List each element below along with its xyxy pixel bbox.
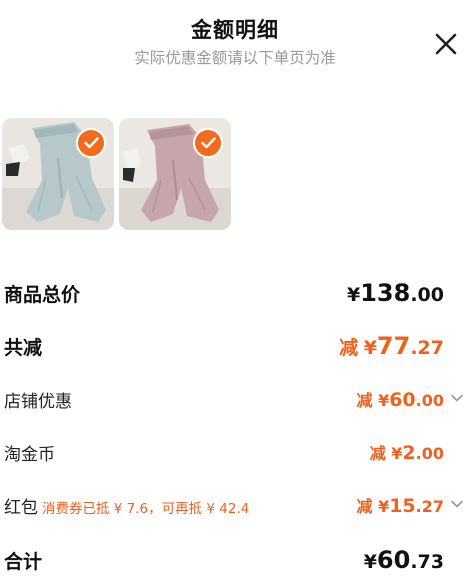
product-thumbnails [0,118,470,234]
total-price-value: ¥138.00 [346,279,444,307]
close-icon [435,33,457,55]
close-button[interactable] [432,30,460,58]
red-packet-value: 减 ¥15.27 [356,495,444,517]
red-packet-note: 消费券已抵 ¥ 7.6，可再抵 ¥ 42.4 [42,501,250,517]
page-subtitle: 实际优惠金额请以下单页为准 [134,49,336,67]
store-discount-row[interactable]: 店铺优惠 减 ¥60.00 [0,387,470,417]
total-price-row: 商品总价 ¥138.00 [0,279,470,310]
grand-total-row: 合计 ¥60.73 [0,546,470,577]
store-discount-value: 减 ¥60.00 [356,389,444,411]
grand-total-label: 合计 [4,551,43,573]
store-discount-label: 店铺优惠 [4,392,72,412]
grand-total-value: ¥60.73 [363,546,444,574]
selected-check[interactable] [76,128,106,158]
taojinbi-value: 减 ¥2.00 [369,442,444,464]
checkmark-icon [201,137,216,149]
taojinbi-row: 淘金币 减 ¥2.00 [0,440,470,470]
total-discount-row: 共减 减 ¥77.27 [0,332,470,363]
selected-check[interactable] [193,128,223,158]
total-discount-value: 减 ¥77.27 [339,332,444,360]
chevron-down-icon[interactable] [450,391,464,405]
checkmark-icon [84,137,99,149]
product-thumbnail-light-blue[interactable] [2,118,114,230]
page-title: 金额明细 [191,18,279,42]
red-packet-row[interactable]: 红包 消费券已抵 ¥ 7.6，可再抵 ¥ 42.4 减 ¥15.27 [0,493,470,523]
product-thumbnail-pink[interactable] [119,118,231,230]
taojinbi-label: 淘金币 [4,445,55,465]
total-price-label: 商品总价 [4,284,81,306]
total-discount-label: 共减 [4,337,43,359]
header: 金额明细 实际优惠金额请以下单页为准 [0,0,470,80]
chevron-down-icon[interactable] [450,497,464,511]
red-packet-label: 红包 消费券已抵 ¥ 7.6，可再抵 ¥ 42.4 [4,498,250,518]
